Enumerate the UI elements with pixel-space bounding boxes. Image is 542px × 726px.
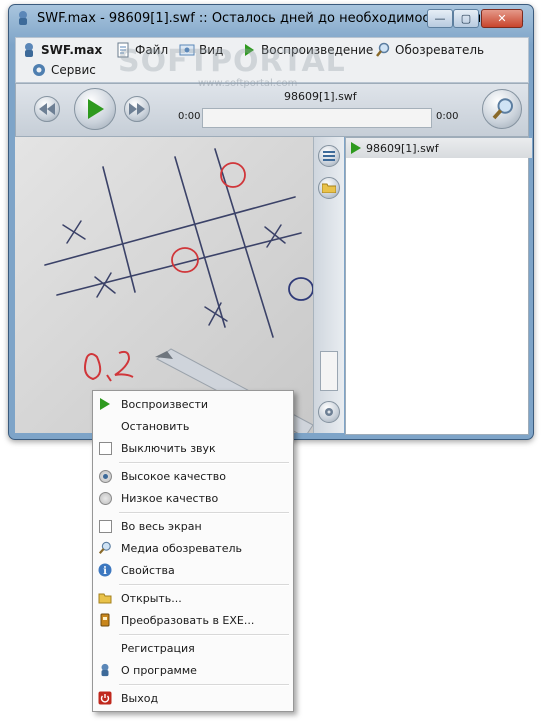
menu-item-label: Низкое качество <box>121 492 219 505</box>
progress-bar[interactable] <box>202 108 432 128</box>
volume-slider[interactable] <box>320 351 338 391</box>
play-icon <box>351 142 361 154</box>
svg-text:i: i <box>103 566 107 577</box>
time-end: 0:00 <box>436 111 459 122</box>
menu-item-label: О программе <box>121 664 197 677</box>
menu-item-media-browser[interactable]: Медиа обозреватель <box>93 537 293 559</box>
rewind-button[interactable] <box>34 96 60 122</box>
menu-item-label: Выключить звук <box>121 442 216 455</box>
list-icon <box>323 151 335 161</box>
radio-unselected[interactable] <box>99 492 112 505</box>
menu-item-fullscreen[interactable]: Во весь экран <box>93 515 293 537</box>
menu-browser[interactable]: Обозреватель <box>372 40 487 60</box>
menu-item-high-quality[interactable]: Высокое качество <box>93 465 293 487</box>
menu-item-label: Открыть... <box>121 592 182 605</box>
menu-service[interactable]: Сервис <box>28 60 99 80</box>
menu-item-exit[interactable]: Выход <box>93 687 293 709</box>
menu-item-label: Выход <box>121 692 159 705</box>
playlist-panel: 98609[1].swf <box>345 137 532 435</box>
close-button[interactable]: ✕ <box>481 9 523 28</box>
playlist-button[interactable] <box>318 145 340 167</box>
context-menu: Воспроизвести Остановить Выключить звук … <box>92 390 294 712</box>
checkbox-unchecked[interactable] <box>99 520 112 533</box>
watermark-url: www.softportal.com <box>198 78 298 89</box>
play-icon <box>88 99 104 119</box>
speaker-icon <box>325 408 333 416</box>
side-toolbar <box>313 137 344 433</box>
title-bar[interactable]: SWF.max - 98609[1].swf :: Осталось дней … <box>9 5 533 33</box>
playlist-item-label: 98609[1].swf <box>366 141 439 155</box>
video-area[interactable] <box>15 137 313 433</box>
magnifier-icon <box>98 541 111 554</box>
play-icon <box>100 398 110 410</box>
menu-item-open[interactable]: Открыть... <box>93 587 293 609</box>
play-button[interactable] <box>74 88 116 130</box>
menu-item-label: Свойства <box>121 564 175 577</box>
current-filename: 98609[1].swf <box>284 90 357 103</box>
menu-browser-label: Обозреватель <box>395 43 485 57</box>
time-start: 0:00 <box>178 111 201 122</box>
magnifier-icon <box>492 98 513 120</box>
menu-separator <box>119 462 289 464</box>
app-icon <box>25 43 33 57</box>
menu-item-mute[interactable]: Выключить звук <box>93 437 293 459</box>
app-icon <box>101 663 109 677</box>
menu-item-convert-exe[interactable]: Преобразовать в EXE... <box>93 609 293 631</box>
menu-item-properties[interactable]: i Свойства <box>93 559 293 581</box>
checkbox-unchecked[interactable] <box>99 442 112 455</box>
menu-item-registration[interactable]: Регистрация <box>93 637 293 659</box>
rewind-icon <box>39 103 55 115</box>
gear-icon <box>33 64 45 76</box>
menu-item-label: Высокое качество <box>121 470 226 483</box>
menu-item-about[interactable]: О программе <box>93 659 293 681</box>
menu-item-play[interactable]: Воспроизвести <box>93 393 293 415</box>
menu-item-label: Преобразовать в EXE... <box>121 614 255 627</box>
minimize-button[interactable]: — <box>427 9 453 28</box>
playlist-item[interactable]: 98609[1].swf <box>346 138 532 158</box>
menu-service-label: Сервис <box>51 63 96 77</box>
forward-icon <box>129 103 145 115</box>
exe-icon <box>100 613 110 627</box>
menu-separator <box>119 684 289 686</box>
magnifier-icon <box>376 42 390 57</box>
menu-item-label: Воспроизвести <box>121 398 209 411</box>
info-icon: i <box>98 563 112 577</box>
radio-selected[interactable] <box>99 470 112 483</box>
maximize-button[interactable]: ▢ <box>453 9 479 28</box>
watermark-logo: SOFTPORTAL <box>118 44 346 79</box>
menu-item-label: Во весь экран <box>121 520 202 533</box>
app-icon <box>19 11 27 25</box>
menu-separator <box>119 512 289 514</box>
menu-item-label: Регистрация <box>121 642 195 655</box>
close-icon: ✕ <box>497 12 507 25</box>
open-folder-button[interactable] <box>318 177 340 199</box>
player-controls: 98609[1].swf 0:00 0:00 <box>15 83 529 137</box>
maximize-icon: ▢ <box>460 12 472 25</box>
menu-item-label: Остановить <box>121 420 190 433</box>
menu-separator <box>119 584 289 586</box>
menu-item-label: Медиа обозреватель <box>121 542 243 555</box>
menu-item-stop[interactable]: Остановить <box>93 415 293 437</box>
folder-icon <box>322 183 336 193</box>
power-icon <box>98 691 112 705</box>
video-frame-image <box>15 137 313 433</box>
menu-item-low-quality[interactable]: Низкое качество <box>93 487 293 509</box>
minimize-icon: — <box>434 12 446 25</box>
menu-app[interactable]: SWF.max <box>18 40 105 60</box>
browser-button[interactable] <box>482 89 522 129</box>
folder-icon <box>98 593 112 604</box>
forward-button[interactable] <box>124 96 150 122</box>
volume-button[interactable] <box>318 401 340 423</box>
menu-separator <box>119 634 289 636</box>
menu-app-label: SWF.max <box>41 43 103 57</box>
